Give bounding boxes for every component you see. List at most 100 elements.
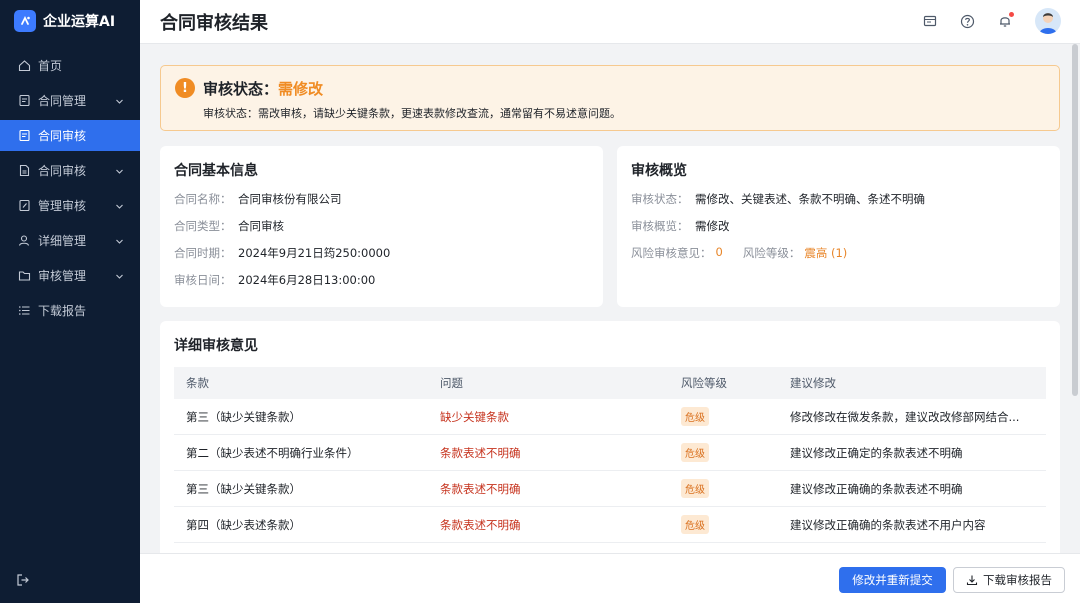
sidebar-item-label: 管理审核 — [38, 199, 87, 213]
download-icon — [966, 575, 978, 586]
info-value: 2024年9月21日筠250:0000 — [238, 246, 391, 260]
alert-title-label: 审核状态： — [203, 80, 279, 98]
notification-bell-icon[interactable] — [996, 12, 1014, 30]
table-row[interactable]: 第三（缺少关键条款） 缺少关键条款 危级 修改修改在微发条款，建议改改修部网结合… — [174, 399, 1046, 435]
sidebar-item-label: 审核管理 — [38, 269, 87, 283]
issue-cell: 条款表述不明确 — [440, 517, 521, 532]
info-row: 合同类型： 合同审核 — [174, 218, 284, 234]
button-label: 修改并重新提交 — [852, 573, 933, 587]
topbar: 合同审核结果 — [140, 0, 1080, 44]
alert-title-value: 需修改 — [278, 80, 324, 98]
edit-icon — [18, 199, 31, 212]
avatar[interactable] — [1035, 8, 1061, 34]
clause-cell: 第三（缺少关键条款） — [186, 481, 301, 496]
info-label: 审核日间： — [174, 273, 232, 287]
sidebar-nav: 首页 合同管理 合同审核 合同审核 管理审核 详细管理 审核管理 下载报告 — [0, 50, 140, 326]
clause-cell: 第三（缺少关键条款） — [186, 409, 301, 424]
sidebar-item-label: 下载报告 — [38, 304, 87, 318]
risk-badge: 危级 — [681, 443, 709, 462]
info-value: 2024年6月28日13:00:00 — [238, 273, 376, 287]
sidebar-item-management-review[interactable]: 管理审核 — [0, 190, 140, 221]
info-label: 风险审核意见： — [631, 246, 712, 260]
info-row: 合同名称： 合同审核份有限公司 — [174, 191, 342, 207]
document-icon — [18, 94, 31, 107]
sidebar-item-detail-management[interactable]: 详细管理 — [0, 225, 140, 256]
download-report-button[interactable]: 下载审核报告 — [953, 567, 1065, 593]
table-header: 条款 问题 风险等级 建议修改 — [174, 367, 1046, 399]
sidebar-item-label: 首页 — [38, 59, 63, 73]
table-row[interactable]: 第四（缺少表述条款） 条款表述不明确 危级 建议修改正确确的条款表述不用户内容 — [174, 507, 1046, 543]
info-row: 合同时期： 2024年9月21日筠250:0000 — [174, 245, 390, 261]
app-logo-icon — [14, 10, 36, 32]
suggestion-cell: 修改修改在微发条款，建议改改修部网结合... — [790, 409, 1020, 424]
sidebar-item-review-management[interactable]: 审核管理 — [0, 260, 140, 291]
user-icon — [18, 234, 31, 247]
warning-icon: ! — [175, 78, 195, 98]
contract-info-card: 合同基本信息 合同名称： 合同审核份有限公司 合同类型： 合同审核 合同时期： … — [160, 146, 603, 307]
help-icon[interactable] — [958, 12, 976, 30]
issue-cell: 条款表述不明确 — [440, 445, 521, 460]
notification-dot — [1009, 12, 1014, 17]
sidebar: 企业运算AI 首页 合同管理 合同审核 合同审核 管理审核 详细管理 审核管理 … — [0, 0, 140, 603]
info-label: 审核概览： — [631, 219, 689, 233]
sidebar-item-contract-audit[interactable]: 合同审核 — [0, 155, 140, 186]
info-row: 风险审核意见： 0 风险等级： 震高 (1) — [631, 245, 847, 261]
sidebar-item-home[interactable]: 首页 — [0, 50, 140, 81]
page-title: 合同审核结果 — [160, 13, 268, 34]
issue-cell: 缺少关键条款 — [440, 409, 509, 424]
alert-title: 审核状态：需修改 — [203, 78, 323, 99]
info-label: 合同时期： — [174, 246, 232, 260]
chevron-down-icon — [115, 235, 124, 249]
column-header: 建议修改 — [790, 376, 836, 390]
action-footer: 修改并重新提交 下载审核报告 — [140, 553, 1080, 603]
info-value: 需修改 — [695, 219, 730, 233]
sidebar-item-contract-review[interactable]: 合同审核 — [0, 120, 140, 151]
info-label: 风险等级： — [742, 246, 801, 260]
issue-cell: 条款表述不明确 — [440, 481, 521, 496]
column-header: 条款 — [186, 376, 209, 390]
risk-opinion-count: 0 — [715, 245, 723, 259]
chevron-down-icon — [115, 270, 124, 284]
card-title: 审核概览 — [631, 163, 687, 179]
suggestion-cell: 建议修改正确确的条款表述不明确 — [790, 481, 963, 496]
resubmit-button[interactable]: 修改并重新提交 — [839, 567, 946, 593]
button-label: 下载审核报告 — [983, 573, 1052, 587]
sidebar-item-label: 合同管理 — [38, 94, 87, 108]
info-row: 审核状态： 需修改、关键表述、条款不明确、条述不明确 — [631, 191, 925, 207]
risk-badge: 危级 — [681, 515, 709, 534]
sidebar-item-download-report[interactable]: 下载报告 — [0, 295, 140, 326]
info-label: 合同名称： — [174, 192, 232, 206]
sidebar-item-label: 合同审核 — [38, 164, 87, 178]
review-status-alert: ! 审核状态：需修改 审核状态：需改审核，请缺少关键条款，更速表款修改查流，通常… — [160, 65, 1060, 131]
review-details-card: 详细审核意见 条款 问题 风险等级 建议修改 第三（缺少关键条款） 缺少关键条款… — [160, 321, 1060, 561]
table-row[interactable]: 第二（缺少表述不明确行业条件） 条款表述不明确 危级 建议修改正确定的条款表述不… — [174, 435, 1046, 471]
brand[interactable]: 企业运算AI — [0, 0, 140, 42]
info-label: 审核状态： — [631, 192, 689, 206]
info-value: 需修改、关键表述、条款不明确、条述不明确 — [695, 192, 925, 206]
risk-level-value: 震高 (1) — [804, 246, 848, 260]
file-icon — [18, 164, 31, 177]
sidebar-item-label: 详细管理 — [38, 234, 87, 248]
alert-description: 审核状态：需改审核，请缺少关键条款，更速表款修改查流，通常留有不易述意问题。 — [203, 107, 621, 120]
app-name: 企业运算AI — [43, 14, 116, 30]
risk-badge: 危级 — [681, 479, 709, 498]
document-icon — [18, 129, 31, 142]
home-icon — [18, 59, 31, 72]
logout-icon[interactable] — [16, 572, 30, 591]
list-icon — [18, 304, 31, 317]
chevron-down-icon — [115, 165, 124, 179]
message-icon[interactable] — [921, 12, 939, 30]
sidebar-item-label: 合同审核 — [38, 129, 87, 143]
scrollbar-thumb[interactable] — [1072, 44, 1078, 396]
review-details-table: 条款 问题 风险等级 建议修改 第三（缺少关键条款） 缺少关键条款 危级 修改修… — [174, 367, 1046, 543]
clause-cell: 第四（缺少表述条款） — [186, 517, 301, 532]
info-value: 合同审核份有限公司 — [238, 192, 342, 206]
info-row: 审核概览： 需修改 — [631, 218, 730, 234]
card-title: 合同基本信息 — [174, 163, 258, 179]
sidebar-item-contract-management[interactable]: 合同管理 — [0, 85, 140, 116]
info-value: 合同审核 — [238, 219, 284, 233]
table-row[interactable]: 第三（缺少关键条款） 条款表述不明确 危级 建议修改正确确的条款表述不明确 — [174, 471, 1046, 507]
suggestion-cell: 建议修改正确确的条款表述不用户内容 — [790, 517, 986, 532]
info-row: 审核日间： 2024年6月28日13:00:00 — [174, 272, 375, 288]
chevron-down-icon — [115, 200, 124, 214]
